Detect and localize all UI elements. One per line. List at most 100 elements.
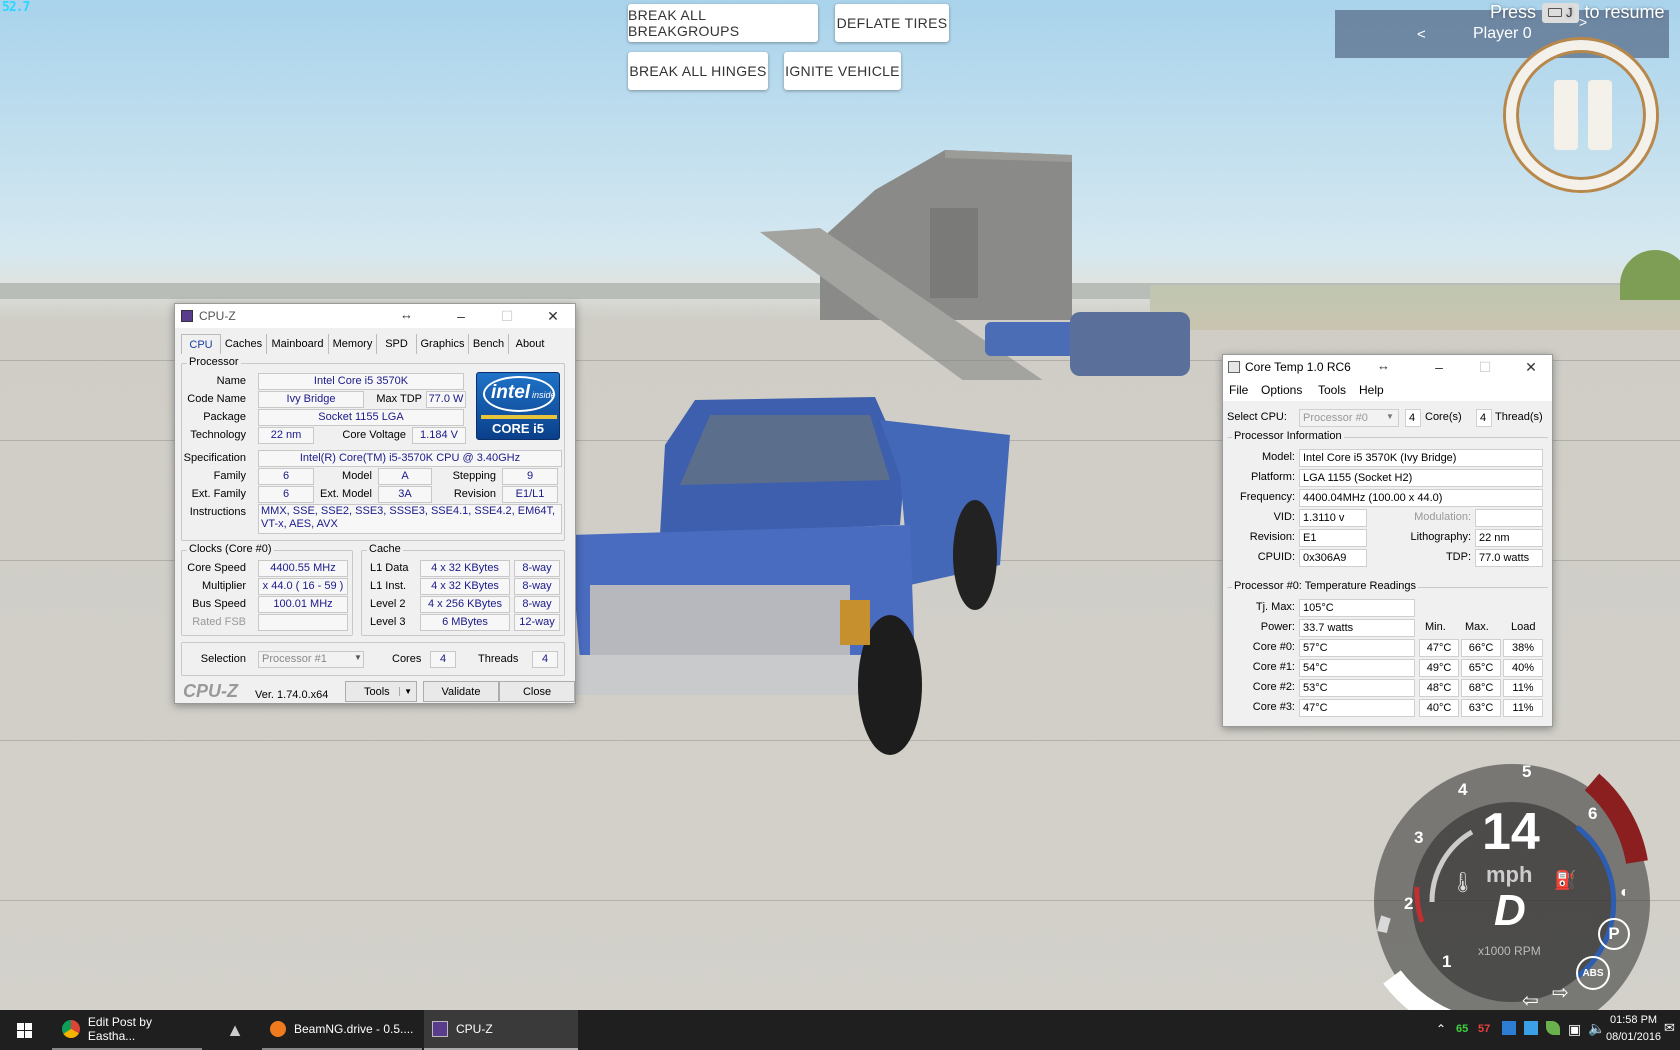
tray-chevron-up-icon[interactable]: ⌃ [1436, 1022, 1446, 1036]
col-min-header: Min. [1425, 621, 1446, 633]
specification-value: Intel(R) Core(TM) i5-3570K CPU @ 3.40GHz [258, 450, 562, 467]
maxtdp-label: Max TDP [376, 393, 422, 405]
tab-caches[interactable]: Caches [221, 334, 267, 354]
tab-spd[interactable]: SPD [377, 334, 417, 354]
frequency-value: 4400.04MHz (100.00 x 44.0) [1299, 489, 1543, 507]
network-icon[interactable]: ▣ [1568, 1021, 1581, 1038]
menu-file[interactable]: File [1229, 383, 1248, 397]
gauge-tick-5: 5 [1522, 762, 1532, 781]
vid-label: VID: [1273, 511, 1295, 523]
core-temp: 47°C [1299, 699, 1415, 717]
minimize-icon[interactable]: – [441, 304, 481, 328]
cpuz-version: Ver. 1.74.0.x64 [255, 689, 329, 701]
close-button[interactable]: Close [499, 681, 575, 702]
taskbar-item-label: BeamNG.drive - 0.5.... [294, 1022, 414, 1036]
break-all-breakgroups-button[interactable]: BREAK ALL BREAKGROUPS [628, 4, 818, 42]
core-max: 68°C [1461, 679, 1501, 697]
volume-icon[interactable]: 🔈 [1588, 1020, 1605, 1037]
pause-icon[interactable] [1506, 40, 1656, 190]
keyboard-key-j: J [1542, 2, 1579, 23]
cpuz-titlebar[interactable]: CPU-Z ↔ – ☐ ✕ [175, 304, 575, 328]
revision-value: E1 [1299, 529, 1367, 547]
resume-press: Press [1490, 2, 1537, 22]
core-max: 66°C [1461, 639, 1501, 657]
cores-value: 4 [430, 651, 456, 668]
gauge-tick-6: 6 [1588, 804, 1598, 823]
clock-time[interactable]: 01:58 PM [1610, 1014, 1657, 1026]
tab-about[interactable]: About [509, 334, 551, 354]
maximize-icon[interactable]: ☐ [487, 304, 527, 328]
taskbar-item-label: Edit Post by Eastha... [87, 1015, 152, 1043]
busspeed-label: Bus Speed [192, 598, 246, 610]
model-value: A [378, 468, 432, 485]
core-max: 65°C [1461, 659, 1501, 677]
taskbar-item-cpuz[interactable]: CPU-Z [424, 1010, 578, 1050]
cpuz-tabs: CPU Caches Mainboard Memory SPD Graphics… [181, 334, 571, 354]
intel-logo-brand: intel [491, 382, 531, 403]
cpuz-app-icon [181, 310, 193, 322]
coretemp-titlebar[interactable]: Core Temp 1.0 RC6 ↔ – ☐ ✕ [1223, 355, 1552, 379]
minimize-icon[interactable]: – [1419, 355, 1459, 379]
extmodel-label: Ext. Model [320, 488, 372, 500]
tab-graphics[interactable]: Graphics [417, 334, 469, 354]
processor-group-title: Processor [187, 356, 241, 368]
pickup-truck [570, 397, 1010, 755]
corevoltage-label: Core Voltage [342, 429, 406, 441]
tray-temp-1[interactable]: 65 [1456, 1023, 1468, 1035]
chrome-icon [62, 1020, 80, 1038]
tab-cpu[interactable]: CPU [181, 334, 221, 354]
tray-leaf-icon[interactable] [1546, 1021, 1560, 1035]
threads-value: 4 [532, 651, 558, 668]
intel-core-i5-logo: intel inside CORE i5 [476, 372, 560, 440]
modulation-value [1475, 509, 1543, 527]
validate-button[interactable]: Validate [423, 681, 499, 702]
cores-label: Cores [392, 653, 422, 665]
menu-options[interactable]: Options [1261, 383, 1302, 397]
coretemp-menubar: File Options Tools Help [1223, 379, 1552, 401]
tray-temp-2[interactable]: 57 [1478, 1023, 1490, 1035]
temperature-group: Processor #0: Temperature Readings Tj. M… [1227, 580, 1548, 723]
core-temp: 57°C [1299, 639, 1415, 657]
break-all-hinges-button[interactable]: BREAK ALL HINGES [628, 52, 768, 90]
selectcpu-dropdown[interactable]: Processor #0 [1299, 409, 1399, 427]
tray-shield-icon[interactable] [1502, 1021, 1516, 1035]
close-icon[interactable]: ✕ [1511, 355, 1551, 379]
menu-help[interactable]: Help [1359, 383, 1384, 397]
tjmax-value: 105°C [1299, 599, 1415, 617]
notifications-icon[interactable]: ✉ [1664, 1020, 1675, 1036]
temperature-group-title: Processor #0: Temperature Readings [1232, 580, 1419, 592]
core-load: 11% [1503, 699, 1543, 717]
dropdown-arrow-icon: ▼ [399, 687, 412, 696]
chevron-down-icon[interactable]: ▼ [1386, 412, 1394, 421]
deflate-tires-button[interactable]: DEFLATE TIRES [835, 4, 949, 42]
close-icon[interactable]: ✕ [533, 304, 573, 328]
chevron-down-icon[interactable]: ▼ [354, 653, 362, 662]
extfamily-label: Ext. Family [191, 488, 246, 500]
tab-memory[interactable]: Memory [329, 334, 377, 354]
platform-label: Platform: [1250, 471, 1295, 483]
taskbar-pinned-app[interactable]: ▲ [218, 1010, 252, 1050]
taskbar-item-beamng[interactable]: BeamNG.drive - 0.5.... [262, 1010, 422, 1050]
resize-arrows-icon: ↔ [400, 307, 413, 322]
tray-app-icon[interactable] [1524, 1021, 1538, 1035]
corespeed-label: Core Speed [187, 562, 246, 574]
platform-value: LGA 1155 (Socket H2) [1299, 469, 1543, 487]
tools-button[interactable]: Tools ▼ [345, 681, 417, 702]
maximize-icon[interactable]: ☐ [1465, 355, 1505, 379]
clock-date[interactable]: 08/01/2016 [1606, 1031, 1661, 1043]
player-prev-button[interactable]: < [1417, 26, 1426, 43]
frequency-label: Frequency: [1239, 491, 1295, 503]
taskbar-item-chrome[interactable]: Edit Post by Eastha... [52, 1010, 202, 1050]
l1data-label: L1 Data [370, 562, 409, 574]
ignite-vehicle-button[interactable]: IGNITE VEHICLE [784, 52, 901, 90]
level3-label: Level 3 [370, 616, 406, 628]
taskbar: Edit Post by Eastha... ▲ BeamNG.drive - … [0, 1010, 1680, 1050]
start-button[interactable] [0, 1010, 48, 1050]
distant-truck [985, 322, 1075, 356]
selection-dropdown[interactable]: Processor #1 [258, 651, 364, 668]
l1data-way: 8-way [514, 560, 560, 577]
tab-mainboard[interactable]: Mainboard [267, 334, 329, 354]
tab-bench[interactable]: Bench [469, 334, 509, 354]
menu-tools[interactable]: Tools [1318, 383, 1346, 397]
gear-indicator: D [1494, 886, 1526, 935]
